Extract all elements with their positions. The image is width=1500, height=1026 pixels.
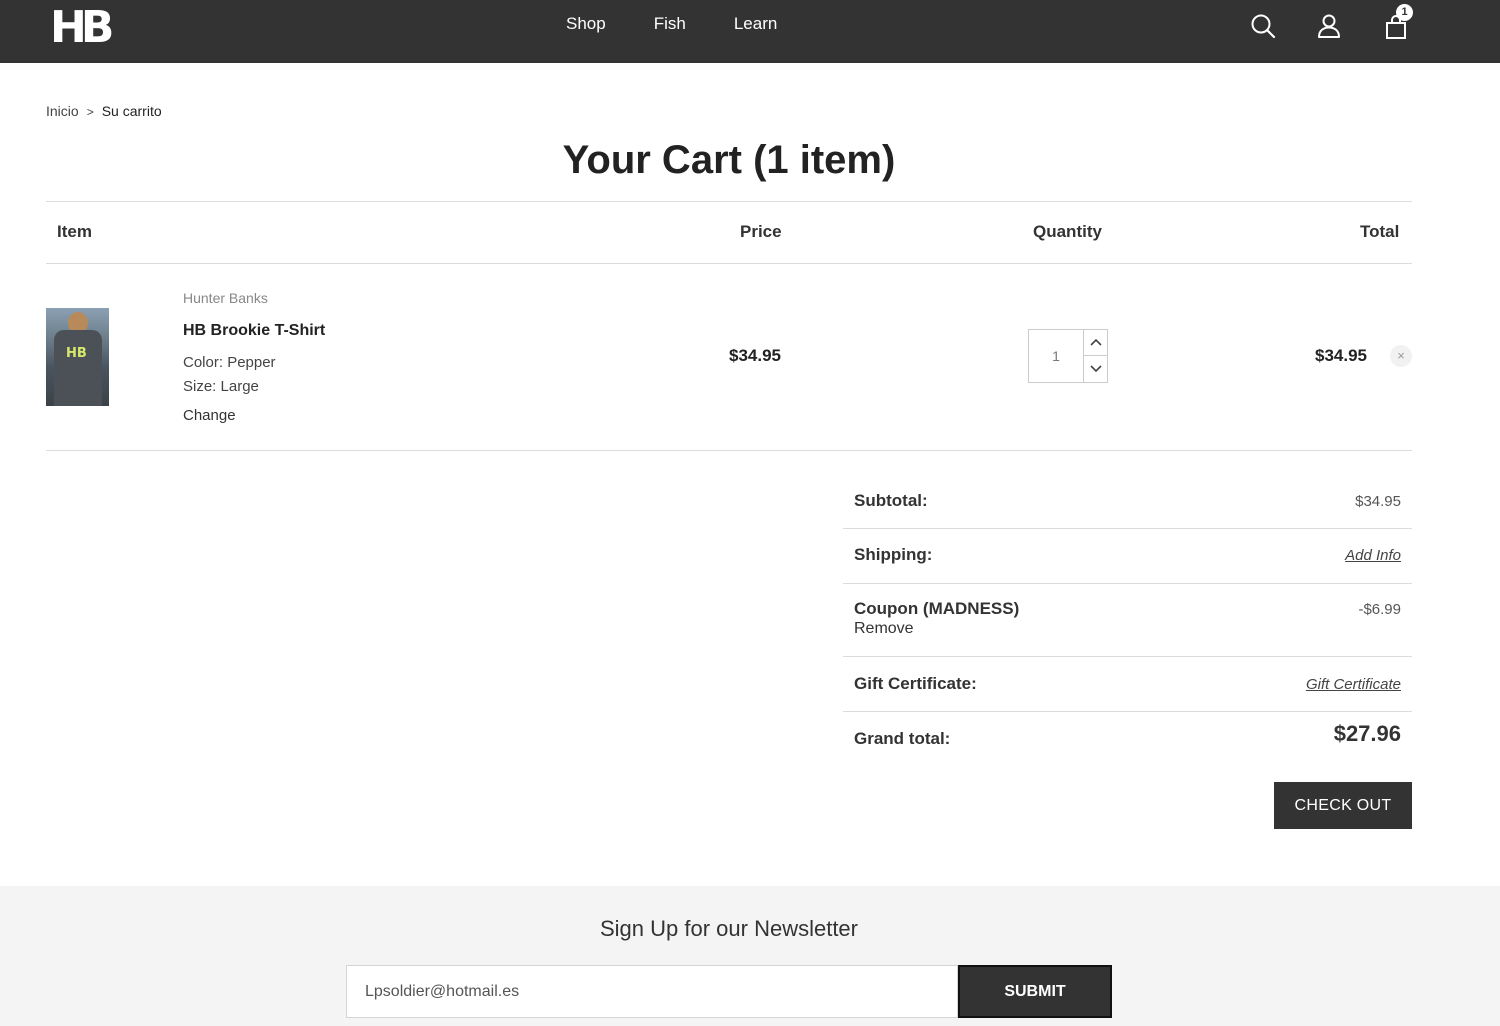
summary-divider — [843, 583, 1412, 584]
subtotal-value: $34.95 — [1355, 493, 1401, 510]
change-options-link[interactable]: Change — [183, 407, 236, 424]
shipping-label: Shipping: — [854, 545, 933, 564]
summary-divider — [843, 528, 1412, 529]
column-header-price: Price — [740, 222, 782, 241]
newsletter-section: Sign Up for our Newsletter SUBMIT — [0, 886, 1500, 1026]
breadcrumb-separator: > — [86, 105, 94, 119]
product-size-label: Size: — [183, 378, 217, 395]
chevron-down-icon — [1090, 365, 1102, 373]
remove-item-button[interactable]: × — [1390, 345, 1412, 367]
column-header-quantity: Quantity — [1033, 222, 1102, 241]
newsletter-submit-button[interactable]: SUBMIT — [958, 965, 1112, 1018]
gift-certificate-link[interactable]: Gift Certificate — [1306, 676, 1401, 693]
chevron-up-icon — [1090, 338, 1102, 346]
product-color-value: Pepper — [227, 354, 276, 371]
nav-learn[interactable]: Learn — [734, 14, 777, 34]
quantity-decrease-button[interactable] — [1083, 356, 1108, 382]
coupon-label: Coupon (MADNESS) — [854, 599, 1020, 618]
product-brand: Hunter Banks — [183, 290, 268, 306]
search-icon[interactable] — [1249, 12, 1277, 40]
newsletter-email-input[interactable] — [346, 965, 958, 1018]
top-header: HB Shop Fish Learn 1 — [0, 0, 1500, 63]
nav-fish[interactable]: Fish — [654, 14, 686, 34]
product-size: Size: Large — [183, 378, 259, 395]
divider — [46, 201, 1412, 202]
summary-divider — [843, 656, 1412, 657]
product-thumbnail[interactable]: HB — [46, 308, 109, 406]
add-shipping-info-link[interactable]: Add Info — [1345, 547, 1401, 564]
account-icon[interactable] — [1315, 12, 1343, 40]
checkout-button[interactable]: CHECK OUT — [1274, 782, 1412, 829]
product-color-label: Color: — [183, 354, 224, 371]
quantity-input[interactable] — [1029, 330, 1083, 382]
hb-logo[interactable]: HB — [50, 2, 114, 53]
page-title: Your Cart (1 item) — [562, 138, 896, 182]
item-price: $34.95 — [729, 346, 781, 365]
thumbnail-logo: HB — [66, 346, 87, 361]
summary-divider — [843, 711, 1412, 712]
breadcrumb-current: Su carrito — [101, 103, 162, 119]
item-total: $34.95 — [1315, 346, 1367, 365]
column-header-total: Total — [1360, 222, 1400, 241]
breadcrumb: Inicio > Su carrito — [46, 103, 162, 119]
breadcrumb-home[interactable]: Inicio — [46, 103, 79, 119]
grand-total-value: $27.96 — [1333, 721, 1401, 746]
cart-count-badge: 1 — [1396, 4, 1413, 21]
newsletter-title: Sign Up for our Newsletter — [600, 916, 858, 941]
product-size-value: Large — [220, 378, 259, 395]
coupon-value: -$6.99 — [1358, 601, 1401, 618]
main-nav: Shop Fish Learn — [566, 14, 825, 34]
quantity-stepper — [1028, 329, 1108, 383]
divider — [46, 263, 1412, 264]
product-color: Color: Pepper — [183, 354, 276, 371]
grand-total-label: Grand total: — [854, 729, 951, 748]
subtotal-label: Subtotal: — [854, 491, 928, 510]
nav-shop[interactable]: Shop — [566, 14, 606, 34]
remove-coupon-link[interactable]: Remove — [854, 620, 914, 638]
thumbnail-shirt — [54, 330, 102, 406]
product-name[interactable]: HB Brookie T-Shirt — [183, 322, 325, 340]
divider — [46, 450, 1412, 451]
quantity-increase-button[interactable] — [1083, 330, 1108, 356]
column-header-item: Item — [57, 222, 92, 241]
gift-certificate-label: Gift Certificate: — [854, 674, 977, 693]
